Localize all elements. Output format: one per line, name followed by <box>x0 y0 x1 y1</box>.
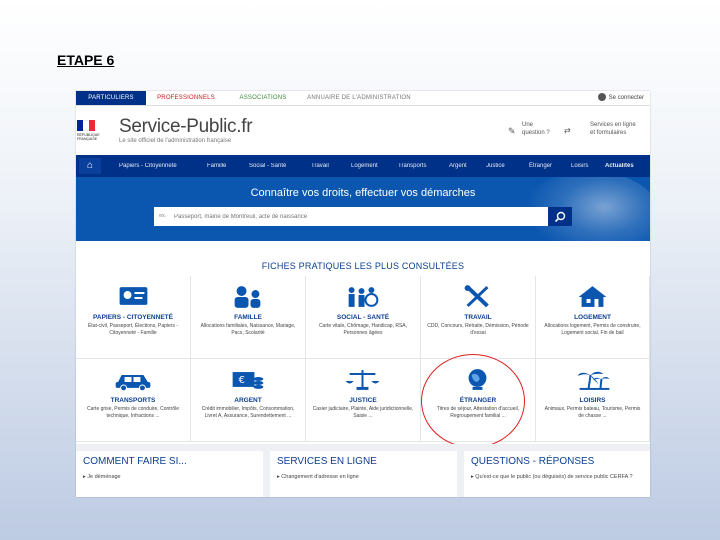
tile-desc: Carte vitale, Chômage, Handicap, RSA, Pe… <box>318 323 408 336</box>
fiches-grid: PAPIERS - CITOYENNETÉ État-civil, Passep… <box>76 276 650 442</box>
highlight-circle <box>421 354 525 448</box>
tab-associations[interactable]: ASSOCIATIONS <box>226 91 300 105</box>
site-header: RÉPUBLIQUE FRANÇAISE Service-Public.fr L… <box>76 106 650 154</box>
nav-papiers[interactable]: Papiers - Citoyenneté <box>119 155 177 177</box>
login-link[interactable]: Se connecter <box>597 91 644 105</box>
tile-desc: État-civil, Passeport, Élections, Papier… <box>87 323 179 336</box>
nav-logement[interactable]: Logement <box>351 155 378 177</box>
section-link[interactable]: ▸ Je déménage <box>83 474 257 481</box>
hero-banner: Connaître vos droits, effectuer vos déma… <box>76 177 650 241</box>
tile-desc: Casier judiciaire, Plainte, Aide juridic… <box>312 406 414 419</box>
tab-annuaire[interactable]: ANNUAIRE DE L'ADMINISTRATION <box>300 91 418 105</box>
tools-icon <box>464 285 489 308</box>
health-icon <box>348 287 379 307</box>
section-title: QUESTIONS - RÉPONSES <box>471 456 595 467</box>
money-icon: € <box>232 372 264 389</box>
section-services-en-ligne: SERVICES EN LIGNE ▸ Changement d'adresse… <box>270 451 457 497</box>
tile-desc: Carte grise, Permis de conduire, Contrôl… <box>87 406 179 419</box>
nav-transports[interactable]: Transports <box>398 155 426 177</box>
audience-tabs: PARTICULIERS PROFESSIONNELS ASSOCIATIONS… <box>76 91 650 106</box>
section-link[interactable]: ▸ Changement d'adresse en ligne <box>277 474 451 481</box>
house-icon <box>578 286 607 307</box>
section-title: COMMENT FAIRE SI... <box>83 456 187 467</box>
tile-name: ARGENT <box>234 397 262 404</box>
nav-justice[interactable]: Justice <box>486 155 505 177</box>
tile-desc: Animaux, Permis bateau, Tourisme, Permis… <box>544 406 641 419</box>
nav-argent[interactable]: Argent <box>449 155 467 177</box>
website-screenshot: PARTICULIERS PROFESSIONNELS ASSOCIATIONS… <box>76 91 650 497</box>
palm-icon <box>577 371 610 390</box>
search-bar: ex. <box>154 207 572 226</box>
republique-label: RÉPUBLIQUE FRANÇAISE <box>77 133 100 141</box>
svg-text:€: € <box>239 375 245 386</box>
tile-justice[interactable]: JUSTICE Casier judiciaire, Plainte, Aide… <box>306 359 421 442</box>
tile-name: PAPIERS - CITOYENNETÉ <box>93 314 173 321</box>
slide-title: ETAPE 6 <box>57 52 115 68</box>
site-tagline: Le site officiel de l'administration fra… <box>119 138 232 144</box>
tile-loisirs[interactable]: LOISIRS Animaux, Permis bateau, Tourisme… <box>536 359 650 442</box>
tile-name: TRAVAIL <box>464 314 492 321</box>
search-input[interactable] <box>154 207 546 226</box>
tile-name: FAMILLE <box>234 314 262 321</box>
tile-transports[interactable]: TRANSPORTS Carte grise, Permis de condui… <box>76 359 191 442</box>
tile-name: SOCIAL - SANTÉ <box>336 314 390 321</box>
tile-argent[interactable]: € ARGENT Crédit immobilier, Impôts, Cons… <box>191 359 306 442</box>
section-comment-faire: COMMENT FAIRE SI... ▸ Je déménage <box>76 451 263 497</box>
fiches-title: FICHES PRATIQUES LES PLUS CONSULTÉES <box>261 261 465 271</box>
family-icon <box>234 286 261 308</box>
user-icon <box>597 93 606 102</box>
services-link[interactable]: Services en ligne et formulaires <box>590 121 636 137</box>
hero-title: Connaître vos droits, effectuer vos déma… <box>250 187 476 199</box>
car-icon <box>115 375 151 391</box>
tab-professionnels[interactable]: PROFESSIONNELS <box>146 91 226 105</box>
marianne-logo[interactable]: RÉPUBLIQUE FRANÇAISE <box>77 120 113 144</box>
exchange-icon: ⇄ <box>564 126 571 135</box>
tile-famille[interactable]: FAMILLE Allocations familiales, Naissanc… <box>191 276 306 359</box>
nav-actualites[interactable]: Actualités <box>605 155 634 177</box>
bottom-sections: COMMENT FAIRE SI... ▸ Je déménage SERVIC… <box>76 444 650 497</box>
question-link[interactable]: Une question ? <box>522 121 550 137</box>
search-icon <box>554 211 566 223</box>
nav-travail[interactable]: Travail <box>311 155 329 177</box>
tile-logement[interactable]: LOGEMENT Allocations logement, Permis de… <box>536 276 650 359</box>
tile-desc: Crédit immobilier, Impôts, Consommation,… <box>201 406 295 419</box>
tile-papiers[interactable]: PAPIERS - CITOYENNETÉ État-civil, Passep… <box>76 276 191 359</box>
tile-desc: CDD, Concours, Retraite, Démission, Péri… <box>427 323 529 336</box>
id-card-icon <box>119 287 148 305</box>
tile-travail[interactable]: TRAVAIL CDD, Concours, Retraite, Démissi… <box>421 276 536 359</box>
scales-icon <box>345 370 380 390</box>
site-brand[interactable]: Service-Public.fr <box>119 116 253 138</box>
tile-name: JUSTICE <box>349 397 377 404</box>
nav-etranger[interactable]: Étranger <box>529 155 552 177</box>
nav-social[interactable]: Social - Santé <box>249 155 286 177</box>
question-bubble-icon: ✎ <box>508 126 516 136</box>
section-title: SERVICES EN LIGNE <box>277 456 377 467</box>
tab-particuliers[interactable]: PARTICULIERS <box>76 91 146 105</box>
nav-loisirs[interactable]: Loisirs <box>571 155 588 177</box>
section-link[interactable]: ▸ Qu'est-ce que le public (ou déguisés) … <box>471 474 644 481</box>
section-questions-reponses: QUESTIONS - RÉPONSES ▸ Qu'est-ce que le … <box>464 451 650 497</box>
tile-name: LOGEMENT <box>574 314 611 321</box>
main-nav: ⌂ Papiers - Citoyenneté Famille Social -… <box>76 155 650 177</box>
search-button[interactable] <box>548 207 572 226</box>
home-icon[interactable]: ⌂ <box>79 158 101 174</box>
tile-name: TRANSPORTS <box>110 397 156 404</box>
flag-icon <box>77 120 95 131</box>
tile-social[interactable]: SOCIAL - SANTÉ Carte vitale, Chômage, Ha… <box>306 276 421 359</box>
tile-name: LOISIRS <box>579 397 606 404</box>
tile-desc: Allocations familiales, Naissance, Maria… <box>200 323 296 336</box>
tile-desc: Allocations logement, Permis de construi… <box>544 323 641 336</box>
nav-famille[interactable]: Famille <box>207 155 226 177</box>
